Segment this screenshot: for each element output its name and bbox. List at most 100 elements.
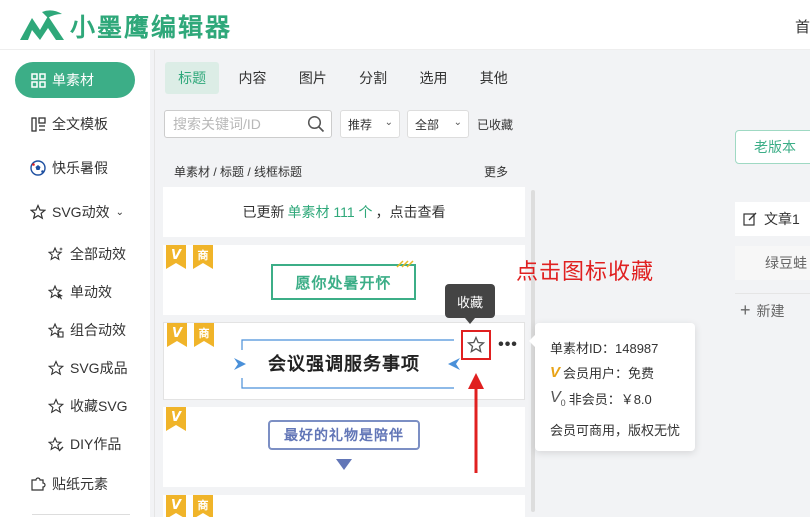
breadcrumb: 单素材 / 标题 / 线框标题 — [174, 165, 303, 179]
sidebar-item-stickers[interactable]: 贴纸元素 — [15, 466, 135, 502]
tab-title[interactable]: 标题 — [165, 62, 220, 94]
top-header: 小墨鹰编辑器 首 — [0, 0, 810, 50]
layout-icon — [30, 116, 46, 132]
tab-image[interactable]: 图片 — [286, 62, 340, 94]
sidebar-subitem-label: 全部动效 — [70, 246, 126, 262]
more-dots-icon: ••• — [498, 336, 518, 353]
sidebar-item-label: SVG动效 — [52, 204, 110, 220]
star-outline-icon — [48, 398, 64, 414]
material-tabs: 标题 内容 图片 分割 选用 其他 — [165, 62, 527, 94]
vip-badge-icon: V — [166, 245, 186, 269]
new-document-label: 新建 — [756, 302, 785, 319]
layers-star-icon — [48, 322, 64, 338]
sidebar-divider — [32, 514, 130, 515]
search-input[interactable] — [165, 111, 303, 137]
tab-other[interactable]: 其他 — [467, 62, 521, 94]
sparkle-star-icon — [48, 246, 64, 262]
material-info-popup: 单素材ID：148987 V 会员用户：免费 V0 非会员：￥8.0 会员可商用… — [529, 323, 695, 451]
svg-text:V: V — [171, 410, 182, 425]
vip-badge-icon: V — [166, 495, 186, 517]
sidebar-subitem-label: 单动效 — [70, 284, 112, 300]
sidebar-item-label: 快乐暑假 — [52, 160, 108, 176]
document-item[interactable]: 绿豆蛙 — [735, 246, 810, 280]
sidebar-subitem-svg-finished[interactable]: SVG成品 — [48, 354, 128, 382]
sidebar-subitem-label: 组合动效 — [70, 322, 126, 338]
tab-selected[interactable]: 选用 — [406, 62, 460, 94]
vip-badge-icon: V — [167, 323, 187, 347]
favorites-filter[interactable]: 已收藏 — [477, 116, 513, 133]
sidebar-subitem-label: 收藏SVG — [70, 398, 128, 414]
sidebar-item-summer[interactable]: 快乐暑假 — [15, 150, 135, 186]
favorite-tooltip: 收藏 — [445, 284, 495, 324]
decor-lines-icon — [396, 260, 414, 268]
sidebar-item-full-template[interactable]: 全文模板 — [15, 106, 135, 142]
tab-divider[interactable]: 分割 — [346, 62, 400, 94]
annotation-arrow-icon — [468, 373, 484, 473]
sidebar-subitem-combo-effect[interactable]: 组合动效 — [48, 316, 126, 344]
document-item-label: 文章1 — [764, 211, 800, 227]
sidebar-item-label: 全文模板 — [52, 116, 108, 132]
svg-text:商: 商 — [198, 498, 209, 512]
edit-star-icon — [48, 436, 64, 452]
star-outline-icon — [30, 204, 46, 220]
cursor-star-icon — [48, 284, 64, 300]
commercial-badge-icon: 商 — [193, 495, 213, 517]
home-link[interactable]: 首 — [795, 16, 810, 37]
nonvip-price-line: V0 非会员：￥8.0 — [550, 389, 652, 408]
update-notice[interactable]: 已更新 单素材 111 个 ，点击查看 — [163, 187, 525, 237]
grid-icon — [30, 72, 46, 88]
svg-text:V: V — [171, 498, 182, 513]
card-title-preview: 愿你处暑开怀 — [271, 264, 416, 300]
plus-icon: + — [740, 300, 751, 320]
card-title-preview: 会议强调服务事项 — [268, 354, 420, 374]
more-options-button[interactable]: ••• — [494, 331, 522, 359]
sidebar-item-label: 贴纸元素 — [52, 476, 108, 492]
puzzle-icon — [30, 476, 46, 492]
sidebar-subitem-favorite-svg[interactable]: 收藏SVG — [48, 392, 128, 420]
tab-content[interactable]: 内容 — [225, 62, 279, 94]
vip-v-icon: V — [550, 364, 561, 381]
svg-text:V: V — [171, 248, 182, 263]
annotation-text: 点击图标收藏 — [516, 260, 655, 285]
logo[interactable]: 小墨鹰编辑器 — [18, 8, 232, 44]
svg-text:商: 商 — [198, 248, 209, 262]
chevron-down-icon: ⌄ — [115, 206, 124, 218]
svg-text:V: V — [172, 326, 183, 341]
sort-dropdown-value: 推荐 — [348, 117, 373, 132]
sidebar-subitem-diy-works[interactable]: DIY作品 — [48, 430, 121, 458]
triangle-down-icon — [336, 459, 352, 470]
logo-text: 小墨鹰编辑器 — [70, 14, 233, 42]
left-sidebar: 单素材 全文模板 快乐暑假 SVG动效 ⌄ 全部动效 单动效 组合动效 SVG成… — [0, 50, 150, 517]
scope-dropdown-value: 全部 — [415, 117, 440, 132]
license-note: 会员可商用，版权无忧 — [550, 423, 681, 438]
chevron-down-icon: ⌄ — [384, 117, 393, 128]
sidebar-item-single-material[interactable]: 单素材 — [15, 62, 135, 98]
new-document-button[interactable]: + 新建 — [735, 293, 810, 327]
sidebar-item-label: 单素材 — [52, 72, 94, 88]
material-card[interactable]: V 商 — [163, 495, 525, 517]
edit-icon — [743, 212, 757, 226]
sort-dropdown[interactable]: 推荐 ⌄ — [340, 110, 400, 138]
eagle-logo-icon — [20, 10, 64, 40]
scope-dropdown[interactable]: 全部 ⌄ — [407, 110, 469, 138]
favorite-button[interactable] — [461, 330, 491, 360]
more-link[interactable]: 更多 — [484, 163, 508, 180]
sidebar-item-svg-effects[interactable]: SVG动效 ⌄ — [15, 194, 135, 230]
commercial-badge-icon: 商 — [193, 245, 213, 269]
notice-suffix: ，点击查看 — [375, 204, 446, 220]
vip-price-line: V 会员用户：免费 — [550, 363, 654, 382]
star-outline-icon — [467, 336, 485, 353]
svg-text:商: 商 — [199, 326, 210, 340]
sidebar-subitem-label: SVG成品 — [70, 360, 128, 376]
soccer-ball-icon — [30, 160, 46, 176]
document-item[interactable]: 文章1 — [735, 202, 810, 236]
sidebar-subitem-label: DIY作品 — [70, 436, 122, 452]
commercial-badge-icon: 商 — [194, 323, 214, 347]
vip-badge-icon: V — [166, 407, 186, 431]
sidebar-subitem-all-effects[interactable]: 全部动效 — [48, 240, 126, 268]
material-id: 单素材ID：148987 — [550, 341, 659, 356]
non-vip-v0-icon: V0 — [550, 389, 566, 409]
search-icon[interactable] — [307, 115, 325, 133]
sidebar-subitem-single-effect[interactable]: 单动效 — [48, 278, 112, 306]
old-version-button[interactable]: 老版本 — [735, 130, 810, 164]
